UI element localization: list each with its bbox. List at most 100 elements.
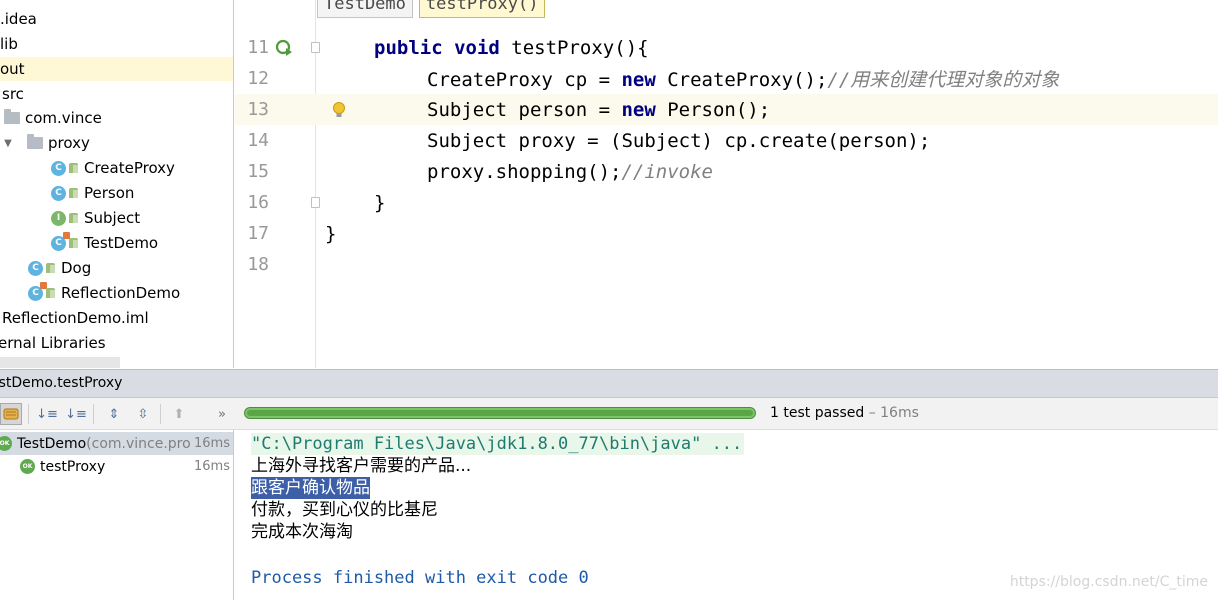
expand-all-button[interactable]: ⇕ bbox=[103, 403, 125, 425]
tree-item-label: lib bbox=[0, 35, 18, 53]
line-number: 11 bbox=[247, 37, 269, 58]
test-name: TestDemo bbox=[17, 435, 87, 452]
tree-item-dog[interactable]: C Dog bbox=[0, 256, 233, 280]
source-file-icon bbox=[69, 213, 78, 223]
code-line-12[interactable]: 12 CreateProxy cp = new CreateProxy();//… bbox=[235, 63, 1218, 94]
keyword: new bbox=[621, 98, 656, 121]
interface-icon: I bbox=[51, 210, 66, 226]
code-token: CreateProxy cp = bbox=[427, 69, 622, 91]
tree-item-label: ReflectionDemo.iml bbox=[2, 309, 149, 327]
previous-failed-button[interactable]: ⬆ bbox=[168, 403, 190, 425]
code-token: CreateProxy(); bbox=[655, 69, 828, 91]
console-command-line: "C:\Program Files\Java\jdk1.8.0_77\bin\j… bbox=[251, 433, 745, 455]
tree-item-label: proxy bbox=[48, 134, 90, 152]
test-progress-fill bbox=[247, 410, 753, 416]
test-row-testdemo[interactable]: OK TestDemo (com.vince.pro 16ms bbox=[0, 432, 233, 455]
breadcrumb-method[interactable]: testProxy() bbox=[418, 0, 546, 18]
editor-breadcrumb: TestDemo testProxy() bbox=[317, 0, 546, 18]
class-icon: C bbox=[51, 160, 66, 176]
code-editor[interactable]: TestDemo testProxy() 11 public void test… bbox=[235, 0, 1218, 368]
tree-item-com-vince[interactable]: com.vince bbox=[0, 106, 233, 130]
arrow-up-icon: ⬆ bbox=[173, 406, 185, 422]
expand-arrow-icon[interactable]: ▼ bbox=[2, 138, 14, 149]
run-test-icon[interactable] bbox=[275, 39, 293, 57]
tree-item-external-libraries[interactable]: ernal Libraries bbox=[0, 331, 233, 355]
code-token: } bbox=[374, 191, 386, 214]
show-passed-toggle[interactable] bbox=[0, 403, 22, 425]
code-token: proxy.shopping(); bbox=[427, 160, 622, 183]
run-configuration-title: estDemo.testProxy bbox=[0, 375, 123, 391]
run-tool-window-header: estDemo.testProxy bbox=[0, 369, 1218, 398]
class-letter: C bbox=[55, 237, 62, 248]
expand-all-icon: ⇕ bbox=[108, 406, 120, 422]
sort-by-duration-button[interactable]: ↓≡ bbox=[65, 403, 87, 425]
code-line-11[interactable]: 11 public void testProxy(){ bbox=[235, 32, 1218, 63]
code-line-15[interactable]: 15 proxy.shopping();//invoke bbox=[235, 156, 1218, 187]
class-icon: C bbox=[51, 185, 66, 201]
lightbulb-icon[interactable] bbox=[331, 101, 347, 119]
tree-item-iml[interactable]: ReflectionDemo.iml bbox=[0, 306, 233, 330]
code-line-14[interactable]: 14 Subject proxy = (Subject) cp.create(p… bbox=[235, 125, 1218, 156]
test-status: 1 test passed – 16ms bbox=[770, 405, 919, 421]
keyword: public bbox=[374, 36, 443, 59]
line-number: 16 bbox=[247, 192, 269, 213]
test-package: (com.vince.pro bbox=[86, 435, 191, 452]
project-tree: .idea lib out src com.vince ▼ proxy C Cr… bbox=[0, 0, 234, 368]
package-folder-icon bbox=[4, 109, 20, 124]
collapse-all-button[interactable]: ⇳ bbox=[132, 403, 154, 425]
source-file-icon bbox=[69, 188, 78, 198]
test-duration: 16ms bbox=[194, 436, 230, 451]
more-actions-button[interactable]: » bbox=[211, 403, 233, 425]
tree-item-subject[interactable]: I Subject bbox=[0, 206, 233, 230]
code-line-16[interactable]: 16 } bbox=[235, 187, 1218, 218]
line-number: 12 bbox=[247, 68, 269, 89]
fold-marker-icon[interactable] bbox=[311, 197, 320, 208]
line-number: 18 bbox=[247, 254, 269, 275]
run-toolbar: ↓≡ ↓≡ ⇕ ⇳ ⬆ » 1 test passed – 16ms bbox=[0, 398, 1218, 430]
tree-item-lib[interactable]: lib bbox=[0, 32, 233, 56]
tree-item-proxy[interactable]: ▼ proxy bbox=[0, 131, 233, 155]
tree-item-src[interactable]: src bbox=[0, 82, 233, 106]
source-file-icon bbox=[46, 263, 55, 273]
test-results-tree: OK TestDemo (com.vince.pro 16ms OK testP… bbox=[0, 430, 234, 600]
keyword: new bbox=[621, 69, 656, 91]
code-token: Person(); bbox=[655, 98, 771, 121]
fold-marker-icon[interactable] bbox=[311, 42, 320, 53]
toolbar-separator bbox=[93, 404, 94, 424]
tree-item-testdemo[interactable]: C TestDemo bbox=[0, 231, 233, 255]
tree-item-reflectiondemo[interactable]: C ReflectionDemo bbox=[0, 281, 233, 305]
code-token: } bbox=[325, 222, 337, 245]
tree-item-label: .idea bbox=[0, 10, 37, 28]
class-icon: C bbox=[28, 260, 43, 276]
console-output-line: 完成本次海淘 bbox=[251, 522, 353, 542]
breadcrumb-class[interactable]: TestDemo bbox=[317, 0, 413, 18]
line-number: 14 bbox=[247, 130, 269, 151]
watermark-text: https://blog.csdn.net/C_time bbox=[1009, 574, 1208, 590]
code-line-13[interactable]: 13 Subject person = new Person(); bbox=[235, 94, 1218, 125]
console-output-line: 上海外寻找客户需要的产品... bbox=[251, 456, 472, 476]
test-progress-bar bbox=[244, 407, 756, 419]
console-selected-text[interactable]: 跟客户确认物品 bbox=[251, 477, 370, 499]
test-status-time: – 16ms bbox=[864, 405, 919, 421]
test-row-testproxy[interactable]: OK testProxy 16ms bbox=[0, 455, 233, 478]
code-line-18[interactable]: 18 bbox=[235, 249, 1218, 280]
console-exit-line: Process finished with exit code 0 bbox=[251, 568, 589, 588]
tree-item-label: out bbox=[0, 60, 25, 78]
tree-item-createproxy[interactable]: C CreateProxy bbox=[0, 156, 233, 180]
test-passed-icon: OK bbox=[20, 459, 35, 474]
tree-item-label: Dog bbox=[61, 259, 92, 277]
tree-item-label: src bbox=[2, 85, 24, 103]
tree-item-label: com.vince bbox=[25, 109, 102, 127]
collapse-all-icon: ⇳ bbox=[137, 406, 149, 422]
code-line-17[interactable]: 17 } bbox=[235, 218, 1218, 249]
test-status-text: 1 test passed bbox=[770, 405, 865, 421]
source-file-icon bbox=[46, 288, 55, 298]
tree-item-out[interactable]: out bbox=[0, 57, 233, 81]
source-file-icon bbox=[69, 163, 78, 173]
sort-alphabetically-button[interactable]: ↓≡ bbox=[36, 403, 58, 425]
tree-item-person[interactable]: C Person bbox=[0, 181, 233, 205]
horizontal-scrollbar[interactable] bbox=[0, 357, 120, 368]
tree-item-idea[interactable]: .idea bbox=[0, 7, 233, 31]
code-token: Subject person = bbox=[427, 98, 622, 121]
toolbar-separator bbox=[28, 404, 29, 424]
